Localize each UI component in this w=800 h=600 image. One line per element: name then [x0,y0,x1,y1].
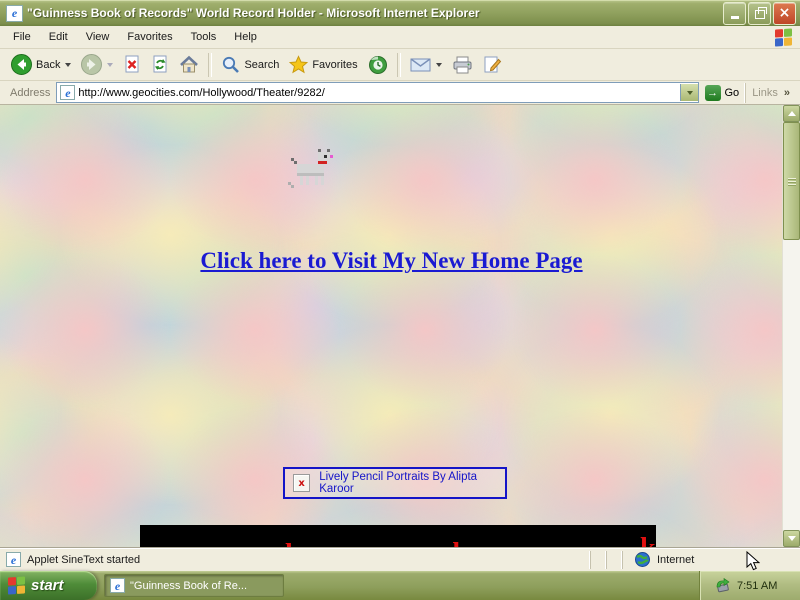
back-dropdown-icon[interactable] [65,63,71,67]
search-button[interactable]: Search [216,53,284,76]
mail-button[interactable] [405,55,447,75]
ie-window: e "Guinness Book of Records" World Recor… [0,0,800,600]
print-icon [452,56,473,74]
start-flag-icon [8,576,25,594]
back-label: Back [36,59,60,71]
search-icon [221,55,240,74]
taskbar: start e "Guinness Book of Re... 7:51 AM [0,571,800,600]
scrollbar-grip-icon [788,178,796,186]
security-zone-label: Internet [657,554,694,566]
tray-update-icon[interactable] [714,578,731,593]
restore-icon [755,10,765,19]
marquee-letter-fragment: k [640,535,656,547]
system-tray: 7:51 AM [699,571,800,600]
toolbar-separator [208,53,212,77]
new-home-page-link[interactable]: Click here to Visit My New Home Page [200,248,582,273]
marquee-letter-fragment: cl [440,540,460,547]
links-label[interactable]: Links [752,87,778,99]
menu-favorites[interactable]: Favorites [118,26,181,48]
clock[interactable]: 7:51 AM [737,580,777,592]
address-input[interactable] [78,85,679,100]
address-field: e [56,82,698,103]
home-page-link-row: Click here to Visit My New Home Page [0,248,783,274]
restore-button[interactable] [748,2,771,25]
status-panel-empty [590,551,606,569]
mouse-cursor [746,551,760,572]
links-toolbar: Links » [745,83,796,103]
ie-task-icon: e [110,578,125,593]
address-bar: Address e → Go Links » [0,81,800,105]
back-icon [11,54,32,75]
scrollbar-thumb[interactable] [783,122,800,240]
back-button[interactable]: Back [6,52,76,77]
chevron-up-icon [788,111,796,116]
forward-icon [81,54,102,75]
close-icon: × [779,6,791,20]
task-label: "Guinness Book of Re... [130,580,247,592]
ie-page-icon: e [6,552,21,567]
chevron-down-icon [788,536,796,541]
standard-buttons-toolbar: Back Search Favorites [0,49,800,81]
stop-icon [123,55,141,74]
edit-button[interactable] [478,53,507,76]
internet-globe-icon [635,552,650,567]
windows-flag-icon [775,28,792,46]
menu-bar: File Edit View Favorites Tools Help [0,26,800,49]
status-panel-empty [606,551,622,569]
pencil-portraits-applet[interactable]: x Lively Pencil Portraits By Alipta Karo… [283,467,507,499]
home-icon [179,55,199,74]
menu-file[interactable]: File [4,26,40,48]
ie-logo-icon: e [6,5,23,22]
applet-caption: Lively Pencil Portraits By Alipta Karoor [319,471,505,495]
menu-view[interactable]: View [77,26,119,48]
go-arrow-icon: → [705,85,721,101]
toolbar-overflow-icon[interactable]: » [784,87,790,99]
menu-edit[interactable]: Edit [40,26,77,48]
start-label: start [31,577,64,594]
go-button[interactable]: → Go [705,85,740,101]
status-message-panel: e Applet SineText started [0,552,590,567]
refresh-icon [151,55,169,74]
home-button[interactable] [174,53,204,76]
start-button[interactable]: start [0,571,97,600]
refresh-button[interactable] [146,53,174,76]
minimize-button[interactable] [723,2,746,25]
forward-dropdown-icon [107,63,113,67]
title-bar: e "Guinness Book of Records" World Recor… [0,0,800,26]
favorites-button[interactable]: Favorites [284,53,362,76]
vertical-scrollbar[interactable] [782,105,800,547]
status-message: Applet SineText started [27,554,140,566]
broken-image-icon: x [293,474,310,492]
history-button[interactable] [363,53,393,77]
browser-viewport: Click here to Visit My New Home Page x L… [0,105,800,547]
close-button[interactable]: × [773,2,796,25]
minimize-icon [731,16,739,19]
favorites-label: Favorites [312,59,357,71]
address-dropdown-button[interactable] [680,84,698,101]
status-bar: e Applet SineText started Internet [0,547,800,571]
dog-gif-image [288,149,336,189]
window-title: "Guinness Book of Records" World Record … [27,6,723,20]
print-button[interactable] [447,54,478,76]
menu-tools[interactable]: Tools [182,26,226,48]
scroll-up-button[interactable] [783,105,800,122]
stop-button[interactable] [118,53,146,76]
sinetext-applet-banner: l cl k [140,525,656,547]
search-label: Search [244,59,279,71]
chevron-down-icon [687,91,693,95]
favorites-star-icon [289,55,308,74]
taskbar-task-ie[interactable]: e "Guinness Book of Re... [104,574,284,597]
mail-icon [410,57,431,73]
history-icon [368,55,388,75]
toolbar-separator [397,53,401,77]
forward-button[interactable] [76,52,118,77]
page-favicon-icon: e [60,85,75,100]
edit-icon [483,55,502,74]
address-label: Address [10,87,50,99]
go-label: Go [725,87,740,99]
scroll-down-button[interactable] [783,530,800,547]
mail-dropdown-icon[interactable] [436,63,442,67]
menu-help[interactable]: Help [225,26,266,48]
security-zone-panel: Internet [622,551,800,569]
